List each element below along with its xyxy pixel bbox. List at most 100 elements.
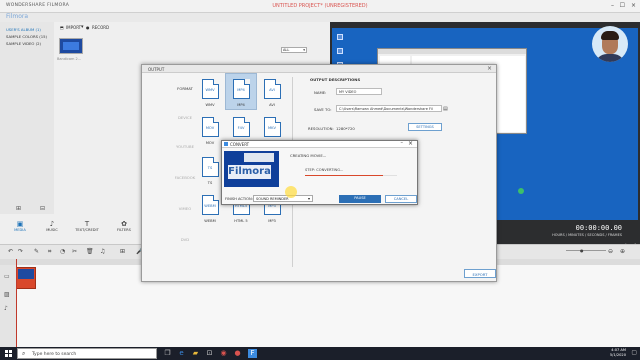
search-icon: ⌕ bbox=[22, 350, 26, 357]
chevron-down-icon[interactable]: ▾ bbox=[81, 24, 84, 30]
webcam-avatar bbox=[592, 26, 628, 62]
import-icon[interactable]: ⬒ bbox=[60, 25, 64, 30]
progress-fill bbox=[305, 175, 384, 176]
format-avi[interactable]: AVI AVI bbox=[262, 79, 282, 107]
track-headers: ▭ ▨ ♪ bbox=[0, 265, 16, 347]
undo-icon[interactable]: ↶ bbox=[8, 248, 13, 255]
delete-icon[interactable]: 🗑 bbox=[86, 248, 94, 255]
filmora-logo-icon bbox=[224, 142, 228, 146]
menu-bar: Filmora bbox=[0, 13, 640, 22]
split-icon[interactable]: ✂ bbox=[72, 248, 77, 255]
notification-icon[interactable]: ▢ bbox=[631, 349, 637, 356]
finish-action-select[interactable]: SOUND REMINDER ▾ bbox=[253, 195, 313, 202]
zoom-out-icon[interactable]: ⊖ bbox=[608, 248, 613, 255]
sidebar-dvd[interactable]: DVD bbox=[170, 237, 200, 242]
name-field[interactable]: MY VIDEO bbox=[336, 88, 382, 95]
music-track-icon: ♪ bbox=[4, 305, 8, 312]
sidebar-facebook[interactable]: FACEBOOK bbox=[170, 175, 200, 180]
store-icon[interactable]: ⊡ bbox=[205, 349, 214, 358]
tab-music[interactable]: ♪ MUSIC bbox=[37, 220, 67, 232]
filter-dropdown[interactable]: ALL ▾ bbox=[281, 47, 307, 53]
taskbar-search[interactable]: ⌕ Type here to search bbox=[17, 348, 157, 359]
pause-button[interactable]: PAUSE bbox=[339, 195, 381, 203]
taskbar: ⌕ Type here to search ❐ e ▰ ⊡ ◉ ● F 4:07 … bbox=[0, 347, 640, 360]
sidebar-format[interactable]: FORMAT bbox=[170, 86, 200, 91]
cancel-button[interactable]: CANCEL bbox=[385, 195, 417, 203]
format-ts[interactable]: TS TS bbox=[200, 157, 220, 185]
add-folder-icon[interactable]: ⊞ bbox=[16, 205, 21, 212]
convert-dialog-title: CONVERT bbox=[230, 142, 250, 147]
record-icon[interactable]: ● bbox=[86, 25, 90, 30]
output-close-button[interactable]: × bbox=[487, 65, 492, 72]
timecode-format: HOURS / MINUTES / SECONDS / FRAMES bbox=[552, 233, 622, 237]
convert-step: STEP: CONVERTING... bbox=[305, 168, 344, 172]
sidebar-device[interactable]: DEVICE bbox=[170, 115, 200, 120]
export-button[interactable]: EXPORT bbox=[464, 269, 496, 278]
tab-filters[interactable]: ✿ FILTERS bbox=[109, 220, 139, 232]
edge-icon[interactable]: e bbox=[177, 349, 186, 358]
resolution-label: RESOLUTION: bbox=[308, 126, 334, 131]
minimize-button[interactable]: – bbox=[611, 2, 614, 9]
maximize-button[interactable]: ☐ bbox=[620, 2, 625, 9]
format-mov[interactable]: MOV MOV bbox=[200, 117, 220, 145]
zoom-slider[interactable]: ● bbox=[580, 248, 584, 253]
chrome-icon[interactable]: ◉ bbox=[219, 349, 228, 358]
tree-item-users-album[interactable]: USER'S ALBUM (1) bbox=[0, 26, 54, 33]
audio-icon[interactable]: ♫ bbox=[100, 248, 105, 255]
tab-text-credit[interactable]: T TEXT/CREDIT bbox=[72, 220, 102, 232]
scene-icon[interactable]: ⊞ bbox=[120, 248, 125, 255]
filmora-taskbar-icon[interactable]: F bbox=[248, 349, 257, 358]
convert-minimize-button[interactable]: – bbox=[401, 140, 404, 146]
progress-bar bbox=[305, 175, 397, 176]
cursor-indicator-icon bbox=[518, 188, 524, 194]
tab-media[interactable]: ▣ MEDIA bbox=[5, 220, 35, 232]
library-tree: USER'S ALBUM (1) SAMPLE COLORS (15) SAMP… bbox=[0, 22, 54, 244]
format-webm[interactable]: WEBM WEBM bbox=[200, 195, 220, 223]
convert-status: CREATING MOVIE... bbox=[290, 153, 327, 158]
convert-dialog: CONVERT – × Filmora CREATING MOVIE... ST… bbox=[221, 140, 418, 205]
zoom-in-icon[interactable]: ⊕ bbox=[620, 248, 625, 255]
record-app-icon[interactable]: ● bbox=[233, 349, 242, 358]
task-view-icon[interactable]: ❐ bbox=[163, 349, 172, 358]
save-to-field[interactable]: C:\Users\Ramzan Ahmed\Documents\Wondersh… bbox=[336, 105, 442, 112]
import-button[interactable]: IMPORT bbox=[66, 25, 81, 30]
timeline-clip[interactable] bbox=[16, 267, 36, 289]
windows-start-icon[interactable] bbox=[5, 350, 12, 357]
title-bar: WONDERSHARE FILMORA UNTITLED PROJECT* (U… bbox=[0, 0, 640, 13]
image-track-icon: ▨ bbox=[4, 291, 10, 298]
format-mp4[interactable]: MP4 MP4 bbox=[231, 79, 251, 107]
tree-item-sample-video[interactable]: SAMPLE VIDEO (2) bbox=[0, 40, 54, 47]
playhead[interactable] bbox=[16, 259, 17, 347]
settings-button[interactable]: SETTINGS bbox=[408, 123, 442, 131]
sidebar-vimeo[interactable]: VIMEO bbox=[170, 206, 200, 211]
folder-icon[interactable]: ▤ bbox=[443, 106, 449, 113]
watermark: Filmora bbox=[228, 165, 271, 179]
sidebar-youtube[interactable]: YOUTUBE bbox=[170, 144, 200, 149]
crop-icon[interactable]: ⌗ bbox=[48, 248, 51, 256]
explorer-icon[interactable]: ▰ bbox=[191, 349, 200, 358]
redo-icon[interactable]: ↷ bbox=[18, 248, 23, 255]
record-button[interactable]: RECORD bbox=[92, 25, 109, 30]
format-wmv[interactable]: WMV WMV bbox=[200, 79, 220, 107]
format-mkv[interactable]: MKVMKV bbox=[262, 117, 282, 145]
timecode: 00:00:00.00 bbox=[575, 224, 622, 232]
speed-icon[interactable]: ◔ bbox=[60, 248, 65, 255]
format-f4v[interactable]: F4VF4V bbox=[231, 117, 251, 145]
media-thumbnail[interactable] bbox=[59, 38, 83, 54]
video-track-icon: ▭ bbox=[4, 273, 10, 280]
close-button[interactable]: × bbox=[631, 2, 636, 9]
delete-folder-icon[interactable]: ⊟ bbox=[40, 205, 45, 212]
brand-logo: Filmora bbox=[6, 13, 29, 20]
desktop-icon bbox=[337, 34, 343, 40]
name-label: NAME: bbox=[314, 90, 327, 95]
system-clock[interactable]: 4:07 AM 5/1/2020 bbox=[610, 348, 626, 358]
media-icon: ▣ bbox=[16, 220, 24, 228]
convert-preview: Filmora bbox=[224, 151, 279, 187]
finish-action-label: FINISH ACTION: bbox=[225, 197, 253, 201]
tree-item-sample-colors[interactable]: SAMPLE COLORS (15) bbox=[0, 33, 54, 40]
edit-icon[interactable]: ✎ bbox=[34, 248, 39, 255]
desktop-icon bbox=[337, 48, 343, 54]
music-icon: ♪ bbox=[49, 220, 55, 228]
convert-close-button[interactable]: × bbox=[408, 140, 413, 147]
thumbnail-name: Bandicam 2... bbox=[57, 57, 82, 61]
